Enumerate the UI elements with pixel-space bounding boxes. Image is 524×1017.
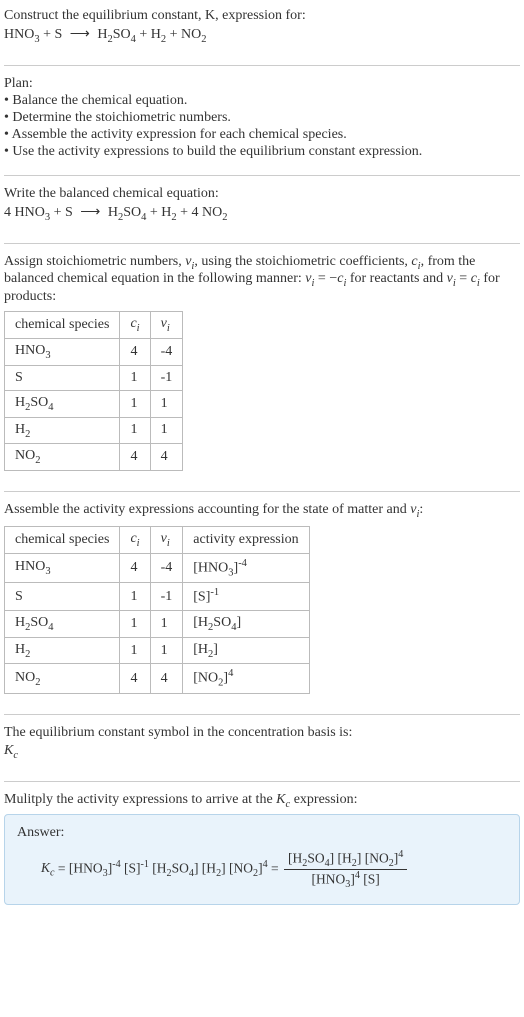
divider [4,65,520,66]
cell-activity: [S]-1 [183,583,309,611]
table-row: NO2 4 4 [5,444,183,471]
cell-activity: [H2SO4] [183,610,309,637]
cell-vi: -1 [150,365,183,390]
cell-species: HNO3 [5,338,120,365]
plan-bullet: • Use the activity expressions to build … [4,144,520,160]
cell-ci: 4 [120,664,150,693]
fraction: [H2SO4] [H2] [NO2]4 [HNO3]4 [S] [284,849,407,890]
cell-ci: 1 [120,610,150,637]
table-header-row: chemical species ci νi activity expressi… [5,526,310,553]
cell-vi: 1 [150,637,183,664]
table-row: S 1 -1 [5,365,183,390]
plan-title: Plan: [4,76,520,92]
prompt-line1: Construct the equilibrium constant, K, e… [4,8,520,24]
reaction-balanced: 4 HNO3 + S ⟶ H2SO4 + H2 + 4 NO2 [4,204,520,223]
cell-species: S [5,365,120,390]
cell-species: H2SO4 [5,390,120,417]
cell-activity: [NO2]4 [183,664,309,693]
symbol-section: The equilibrium constant symbol in the c… [4,725,520,775]
fraction-denominator: [HNO3]4 [S] [284,870,407,890]
plan-section: Plan: • Balance the chemical equation. •… [4,76,520,169]
cell-species: H2SO4 [5,610,120,637]
table-row: S 1 -1 [S]-1 [5,583,310,611]
divider [4,491,520,492]
cell-species: H2 [5,637,120,664]
cell-vi: 1 [150,390,183,417]
cell-vi: -1 [150,583,183,611]
cell-species: HNO3 [5,553,120,582]
cell-species: H2 [5,417,120,444]
stoich-table: chemical species ci νi HNO3 4 -4 S 1 -1 … [4,311,183,471]
table-row: HNO3 4 -4 [HNO3]-4 [5,553,310,582]
multiply-section: Mulitply the activity expressions to arr… [4,792,520,913]
fraction-numerator: [H2SO4] [H2] [NO2]4 [284,849,407,870]
cell-ci: 4 [120,338,150,365]
cell-vi: 4 [150,664,183,693]
table-row: NO2 4 4 [NO2]4 [5,664,310,693]
prompt-text: Construct the equilibrium constant, K, e… [4,8,306,23]
cell-ci: 1 [120,583,150,611]
cell-ci: 1 [120,390,150,417]
activity-table: chemical species ci νi activity expressi… [4,526,310,694]
cell-ci: 1 [120,365,150,390]
th-ci: ci [120,312,150,339]
balance-section: Write the balanced chemical equation: 4 … [4,186,520,237]
table-row: HNO3 4 -4 [5,338,183,365]
cell-ci: 4 [120,553,150,582]
activity-section: Assemble the activity expressions accoun… [4,502,520,708]
table-row: H2 1 1 [5,417,183,444]
multiply-text: Mulitply the activity expressions to arr… [4,792,520,810]
cell-vi: 4 [150,444,183,471]
plan-bullet: • Determine the stoichiometric numbers. [4,110,520,126]
answer-label: Answer: [17,825,507,841]
cell-vi: 1 [150,417,183,444]
divider [4,781,520,782]
plan-bullet: • Balance the chemical equation. [4,93,520,109]
th-species: chemical species [5,526,120,553]
th-ci: ci [120,526,150,553]
th-vi: νi [150,526,183,553]
assign-section: Assign stoichiometric numbers, νi, using… [4,254,520,486]
cell-species: S [5,583,120,611]
answer-box: Answer: Kc = [HNO3]-4 [S]-1 [H2SO4] [H2]… [4,814,520,905]
cell-vi: -4 [150,553,183,582]
divider [4,175,520,176]
assign-text: Assign stoichiometric numbers, νi, using… [4,254,520,306]
prompt-section: Construct the equilibrium constant, K, e… [4,8,520,59]
table-row: H2 1 1 [H2] [5,637,310,664]
cell-activity: [H2] [183,637,309,664]
table-row: H2SO4 1 1 [5,390,183,417]
table-row: H2SO4 1 1 [H2SO4] [5,610,310,637]
divider [4,243,520,244]
symbol-text: The equilibrium constant symbol in the c… [4,725,520,741]
activity-text: Assemble the activity expressions accoun… [4,502,520,520]
cell-vi: 1 [150,610,183,637]
divider [4,714,520,715]
balance-label: Write the balanced chemical equation: [4,186,520,202]
cell-ci: 4 [120,444,150,471]
kc-symbol: Kc [4,743,520,761]
cell-ci: 1 [120,637,150,664]
cell-ci: 1 [120,417,150,444]
th-activity: activity expression [183,526,309,553]
cell-species: NO2 [5,664,120,693]
cell-species: NO2 [5,444,120,471]
th-species: chemical species [5,312,120,339]
th-vi: νi [150,312,183,339]
plan-bullet: • Assemble the activity expression for e… [4,127,520,143]
reaction-unbalanced: HNO3 + S ⟶ H2SO4 + H2 + NO2 [4,26,520,45]
cell-vi: -4 [150,338,183,365]
kc-expression: Kc = [HNO3]-4 [S]-1 [H2SO4] [H2] [NO2]4 … [17,849,507,890]
table-header-row: chemical species ci νi [5,312,183,339]
cell-activity: [HNO3]-4 [183,553,309,582]
